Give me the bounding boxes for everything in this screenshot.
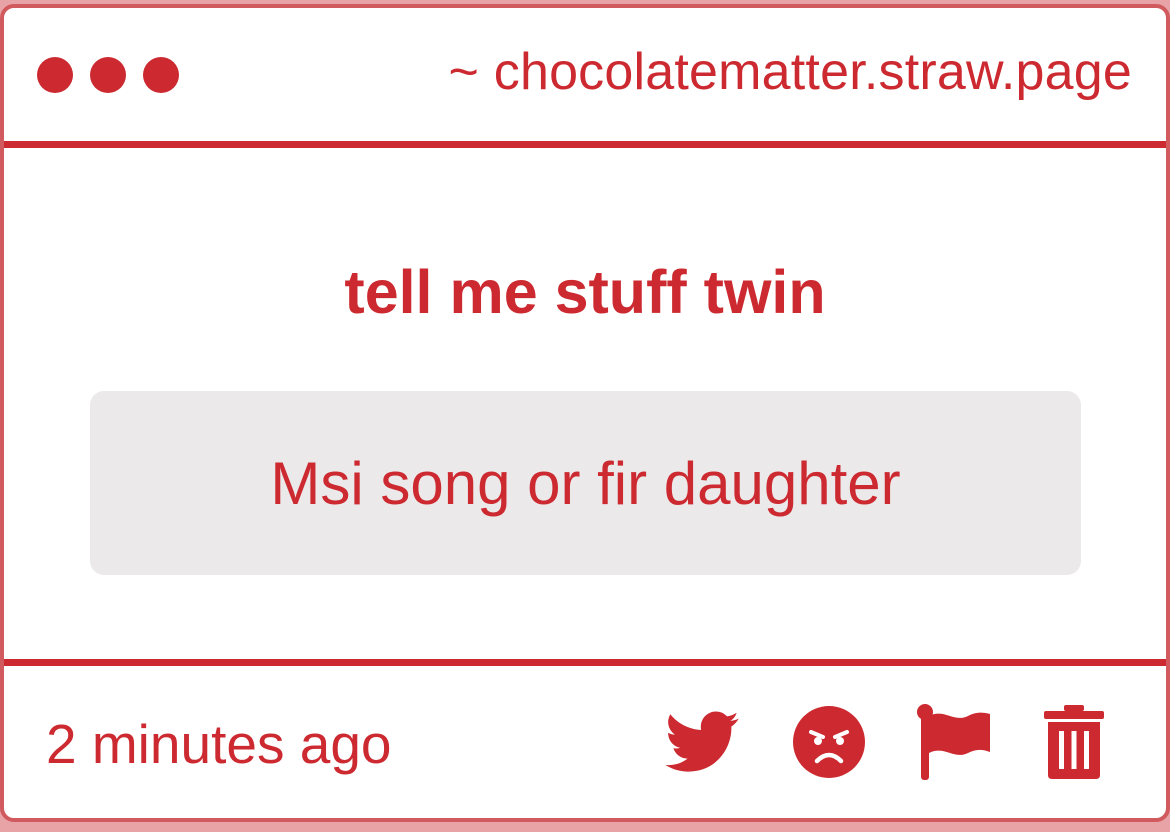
trash-icon[interactable] — [1042, 705, 1106, 779]
action-bar — [666, 703, 1106, 781]
card-footer: 2 minutes ago — [4, 659, 1166, 818]
flag-icon[interactable] — [916, 703, 992, 781]
twitter-icon[interactable] — [666, 711, 740, 773]
question-title: tell me stuff twin — [344, 258, 826, 326]
window-titlebar: ~ chocolatematter.straw.page — [4, 8, 1166, 148]
answer-box: Msi song or fir daughter — [90, 391, 1081, 575]
answer-text: Msi song or fir daughter — [270, 449, 901, 517]
timestamp: 2 minutes ago — [46, 713, 392, 775]
window-controls — [37, 56, 179, 93]
card-content: tell me stuff twin Msi song or fir daugh… — [4, 155, 1166, 659]
window-dot-1[interactable] — [37, 56, 73, 93]
window-dot-3[interactable] — [143, 56, 179, 93]
window-dot-2[interactable] — [90, 56, 126, 93]
page-url[interactable]: ~ chocolatematter.straw.page — [449, 42, 1132, 102]
angry-face-icon[interactable] — [792, 705, 866, 779]
question-card: ~ chocolatematter.straw.page tell me stu… — [0, 4, 1170, 822]
